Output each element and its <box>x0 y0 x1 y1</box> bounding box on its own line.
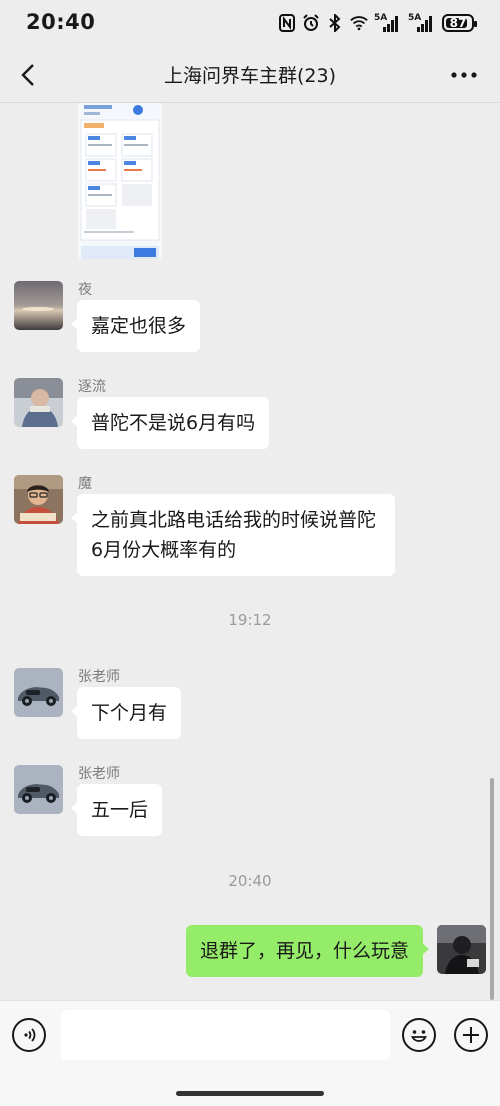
battery-icon: 87 <box>442 14 477 32</box>
chat-title: 上海问界车主群(23) <box>163 65 336 87</box>
avatar[interactable] <box>437 925 486 974</box>
avatar[interactable] <box>14 475 63 524</box>
avatar[interactable] <box>14 765 63 814</box>
emoji-icon <box>411 1030 427 1042</box>
wifi-icon <box>350 14 368 32</box>
message-bubble[interactable]: 之前真北路电话给我的时候说普陀6月份大概率有的 <box>71 494 395 576</box>
sender-name: 张老师 <box>78 766 120 782</box>
signal-icon: 5A <box>374 13 402 33</box>
status-time: 20:40 <box>26 10 96 34</box>
header-divider <box>0 102 500 103</box>
alarm-icon <box>302 14 320 32</box>
avatar[interactable] <box>14 668 63 717</box>
nfc-icon <box>278 14 296 32</box>
shared-image-message[interactable] <box>78 103 162 259</box>
message-input[interactable] <box>61 1010 390 1060</box>
sender-name: 夜 <box>78 282 92 298</box>
message-bubble[interactable]: 嘉定也很多 <box>70 300 201 352</box>
avatar[interactable] <box>14 281 63 330</box>
home-indicator[interactable] <box>176 1091 324 1096</box>
bluetooth-icon <box>326 14 344 32</box>
sender-name: 逐流 <box>78 379 106 395</box>
message-bubble[interactable]: 普陀不是说6月有吗 <box>70 397 270 449</box>
more-button[interactable] <box>450 62 478 88</box>
voice-icon <box>24 1028 36 1042</box>
sender-name: 张老师 <box>78 669 120 685</box>
sender-name: 魔 <box>78 476 92 492</box>
chat-header: 上海问界车主群(23) <box>0 48 500 102</box>
message-bubble[interactable]: 退群了，再见，什么玩意 <box>185 925 430 977</box>
screenshot-thumbnail <box>78 103 162 259</box>
plus-icon <box>463 1027 479 1043</box>
more-dots-icon <box>451 72 477 78</box>
signal-icon: 5A <box>408 13 436 33</box>
avatar[interactable] <box>14 378 63 427</box>
message-bubble[interactable]: 下个月有 <box>70 687 182 739</box>
scrollbar[interactable] <box>490 778 494 1000</box>
status-bar: 20:40 5A 5A 87 <box>0 0 500 48</box>
voice-button[interactable] <box>12 1018 46 1052</box>
timestamp: 19:12 <box>228 611 272 629</box>
timestamp: 20:40 <box>228 872 272 890</box>
battery-level: 87 <box>449 16 467 30</box>
plus-button[interactable] <box>454 1018 488 1052</box>
emoji-button[interactable] <box>402 1018 436 1052</box>
message-bubble[interactable]: 五一后 <box>70 784 163 836</box>
status-icons: 5A 5A 87 <box>278 12 477 34</box>
